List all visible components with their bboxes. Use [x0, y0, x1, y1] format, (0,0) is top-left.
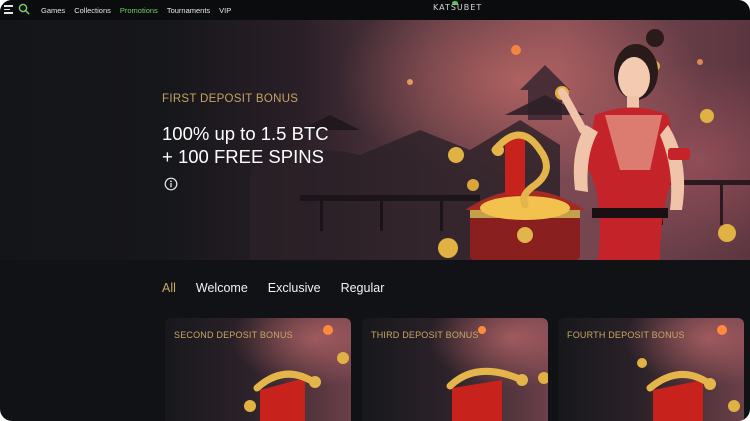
top-navigation-bar: Games Collections Promotions Tournaments… [0, 0, 750, 20]
hamburger-icon[interactable] [4, 5, 13, 14]
tab-exclusive[interactable]: Exclusive [268, 281, 321, 295]
hero-bonus-title: 100% up to 1.5 BTC + 100 FREE SPINS [162, 122, 329, 168]
tab-welcome[interactable]: Welcome [196, 281, 248, 295]
promo-card-second-deposit[interactable]: SECOND DEPOSIT BONUS [165, 318, 351, 421]
card-title: THIRD DEPOSIT BONUS [371, 330, 479, 340]
hero-banner: FIRST DEPOSIT BONUS 100% up to 1.5 BTC +… [0, 20, 750, 260]
tab-all[interactable]: All [162, 281, 176, 295]
nav-item-collections[interactable]: Collections [74, 6, 111, 15]
search-icon[interactable] [18, 3, 30, 15]
nav-item-tournaments[interactable]: Tournaments [167, 6, 210, 15]
card-title: SECOND DEPOSIT BONUS [174, 330, 293, 340]
info-icon[interactable] [164, 177, 178, 191]
hero-bonus-label: FIRST DEPOSIT BONUS [162, 93, 299, 105]
app-frame: Games Collections Promotions Tournaments… [0, 0, 750, 421]
promotion-filter-tabs: All Welcome Exclusive Regular [162, 281, 384, 295]
hero-text: FIRST DEPOSIT BONUS 100% up to 1.5 BTC +… [162, 92, 329, 191]
hero-title-line-2: + 100 FREE SPINS [162, 146, 324, 167]
promo-card-fourth-deposit[interactable]: FOURTH DEPOSIT BONUS [558, 318, 744, 421]
hero-illustration [250, 29, 750, 260]
brand-logo[interactable]: KATSUBET [433, 3, 482, 12]
hero-title-line-1: 100% up to 1.5 BTC [162, 123, 329, 144]
main-nav: Games Collections Promotions Tournaments… [41, 0, 231, 20]
tab-regular[interactable]: Regular [341, 281, 385, 295]
promo-card-third-deposit[interactable]: THIRD DEPOSIT BONUS [362, 318, 548, 421]
nav-item-vip[interactable]: VIP [219, 6, 231, 15]
card-title: FOURTH DEPOSIT BONUS [567, 330, 685, 340]
nav-item-promotions[interactable]: Promotions [120, 6, 158, 15]
nav-item-games[interactable]: Games [41, 6, 65, 15]
